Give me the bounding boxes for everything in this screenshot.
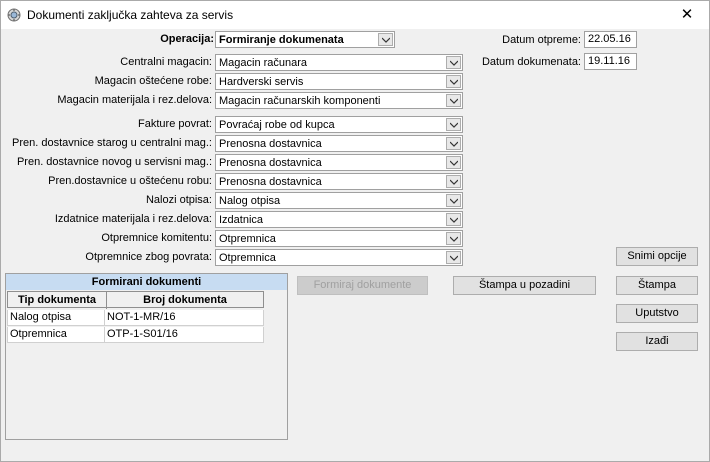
table-cell: NOT-1-MR/16 — [104, 310, 264, 326]
pren-dostavnice-starog-label: Pren. dostavnice starog u centralni mag.… — [12, 137, 212, 149]
chevron-down-icon[interactable] — [446, 118, 461, 131]
centralni-magacin-select[interactable]: Magacin računara — [215, 54, 463, 71]
table-cell: OTP-1-S01/16 — [104, 327, 264, 343]
formirani-dokumenti-panel: Formirani dokumenti Tip dokumenta Broj d… — [5, 273, 288, 440]
column-header-tip[interactable]: Tip dokumenta — [8, 292, 107, 309]
window-title: Dokumenti zaključka zahteva za servis — [27, 8, 234, 22]
table-row[interactable]: Nalog otpisa NOT-1-MR/16 — [7, 310, 264, 326]
grid-header: Tip dokumenta Broj dokumenta — [7, 291, 264, 309]
magacin-materijala-value: Magacin računarskih komponenti — [219, 95, 381, 107]
formiraj-dokumente-button[interactable]: Formiraj dokumente — [297, 276, 428, 295]
operacija-value: Formiranje dokumenata — [219, 34, 344, 46]
izadji-button[interactable]: Izađi — [616, 332, 698, 351]
panel-title: Formirani dokumenti — [6, 274, 287, 290]
otpremnice-povrata-select[interactable]: Otpremnica — [215, 249, 463, 266]
centralni-magacin-label: Centralni magacin: — [120, 56, 212, 68]
magacin-materijala-label: Magacin materijala i rez.delova: — [57, 94, 212, 106]
magacin-ostecene-robe-select[interactable]: Hardverski servis — [215, 73, 463, 90]
operacija-select[interactable]: Formiranje dokumenata — [215, 31, 395, 48]
chevron-down-icon[interactable] — [446, 94, 461, 107]
otpremnice-komitentu-label: Otpremnice komitentu: — [101, 232, 212, 244]
izdatnice-label: Izdatnice materijala i rez.delova: — [54, 213, 212, 225]
close-button[interactable]: ✕ — [665, 1, 709, 29]
pren-dostavnice-starog-value: Prenosna dostavnica — [219, 138, 322, 150]
pren-dostavnice-novog-value: Prenosna dostavnica — [219, 157, 322, 169]
datum-otpreme-field[interactable]: 22.05.16 — [584, 31, 637, 48]
chevron-down-icon[interactable] — [446, 175, 461, 188]
chevron-down-icon[interactable] — [446, 137, 461, 150]
chevron-down-icon[interactable] — [378, 33, 393, 46]
izdatnice-select[interactable]: Izdatnica — [215, 211, 463, 228]
nalozi-otpisa-value: Nalog otpisa — [219, 195, 281, 207]
chevron-down-icon[interactable] — [446, 156, 461, 169]
fakture-povrat-label: Fakture povrat: — [138, 118, 212, 130]
pren-dostavnice-ostecena-label: Pren.dostavnice u oštećenu robu: — [48, 175, 212, 187]
pren-dostavnice-starog-select[interactable]: Prenosna dostavnica — [215, 135, 463, 152]
pren-dostavnice-ostecena-value: Prenosna dostavnica — [219, 176, 322, 188]
nalozi-otpisa-select[interactable]: Nalog otpisa — [215, 192, 463, 209]
chevron-down-icon[interactable] — [446, 194, 461, 207]
chevron-down-icon[interactable] — [446, 232, 461, 245]
chevron-down-icon[interactable] — [446, 251, 461, 264]
magacin-ostecene-robe-label: Magacin oštećene robe: — [94, 75, 212, 87]
pren-dostavnice-novog-label: Pren. dostavnice novog u servisni mag.: — [16, 156, 212, 168]
chevron-down-icon[interactable] — [446, 56, 461, 69]
stampa-u-pozadini-button[interactable]: Štampa u pozadini — [453, 276, 596, 295]
nalozi-otpisa-label: Nalozi otpisa: — [145, 194, 212, 206]
datum-otpreme-label: Datum otpreme: — [502, 34, 581, 46]
datum-dokumenata-label: Datum dokumenata: — [481, 56, 581, 68]
chevron-down-icon[interactable] — [446, 213, 461, 226]
datum-dokumenata-field[interactable]: 19.11.16 — [584, 53, 637, 70]
title-bar: Dokumenti zaključka zahteva za servis ✕ — [1, 1, 709, 29]
magacin-materijala-select[interactable]: Magacin računarskih komponenti — [215, 92, 463, 109]
otpremnice-povrata-label: Otpremnice zbog povrata: — [85, 251, 212, 263]
snimi-opcije-button[interactable]: Snimi opcije — [616, 247, 698, 266]
table-row[interactable]: Otpremnica OTP-1-S01/16 — [7, 327, 264, 343]
column-header-broj[interactable]: Broj dokumenta — [107, 292, 263, 309]
otpremnice-povrata-value: Otpremnica — [219, 252, 276, 264]
table-cell: Nalog otpisa — [7, 310, 105, 326]
uputstvo-button[interactable]: Uputstvo — [616, 304, 698, 323]
pren-dostavnice-ostecena-select[interactable]: Prenosna dostavnica — [215, 173, 463, 190]
pren-dostavnice-novog-select[interactable]: Prenosna dostavnica — [215, 154, 463, 171]
fakture-povrat-select[interactable]: Povraćaj robe od kupca — [215, 116, 463, 133]
izdatnice-value: Izdatnica — [219, 214, 264, 226]
magacin-ostecene-robe-value: Hardverski servis — [219, 76, 304, 88]
otpremnice-komitentu-select[interactable]: Otpremnica — [215, 230, 463, 247]
app-icon — [7, 8, 21, 22]
operacija-label: Operacija: — [160, 33, 214, 45]
centralni-magacin-value: Magacin računara — [219, 57, 308, 69]
otpremnice-komitentu-value: Otpremnica — [219, 233, 276, 245]
table-cell: Otpremnica — [7, 327, 105, 343]
stampa-button[interactable]: Štampa — [616, 276, 698, 295]
fakture-povrat-value: Povraćaj robe od kupca — [219, 119, 335, 131]
documents-grid: Tip dokumenta Broj dokumenta Nalog otpis… — [7, 291, 264, 343]
dialog-window: Dokumenti zaključka zahteva za servis ✕ … — [0, 0, 710, 462]
chevron-down-icon[interactable] — [446, 75, 461, 88]
